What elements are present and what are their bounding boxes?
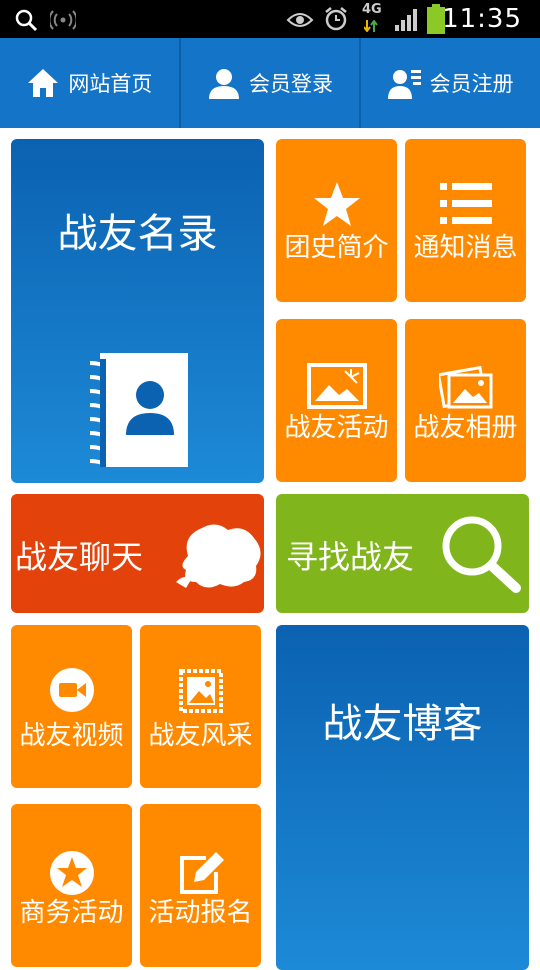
tile-activity[interactable]: 战友活动 <box>276 319 397 482</box>
alarm-icon <box>325 7 347 31</box>
picture-icon <box>306 363 367 409</box>
tile-business-label: 商务活动 <box>19 898 124 928</box>
tile-find[interactable]: 寻找战友 <box>276 494 529 613</box>
edit-icon <box>179 852 224 894</box>
video-camera-icon <box>49 668 94 712</box>
tile-chat-label: 战友聊天 <box>15 538 144 576</box>
star-icon <box>313 182 360 226</box>
tile-signup[interactable]: 活动报名 <box>140 804 261 967</box>
tile-blog[interactable]: 战友博客 <box>276 625 529 970</box>
magnifier-icon <box>442 516 521 593</box>
tile-history[interactable]: 团史简介 <box>276 139 397 302</box>
image-frame-icon <box>178 669 223 713</box>
tile-history-label: 团史简介 <box>284 233 389 263</box>
tile-blog-label: 战友博客 <box>322 701 483 747</box>
tile-video[interactable]: 战友视频 <box>11 625 132 788</box>
list-icon <box>439 183 492 224</box>
chat-bubbles-icon <box>176 524 261 588</box>
address-book-icon <box>89 353 188 467</box>
tile-roster[interactable]: 战友名录 <box>11 139 264 483</box>
tile-style[interactable]: 战友风采 <box>140 625 261 788</box>
tile-notice-label: 通知消息 <box>413 233 518 263</box>
tile-chat[interactable]: 战友聊天 <box>11 494 264 613</box>
nav-register[interactable]: 会员注册 <box>361 38 540 128</box>
signal-icon <box>395 9 417 31</box>
tile-album-label: 战友相册 <box>413 413 518 443</box>
star-badge-icon <box>49 851 94 895</box>
nav-login-label: 会员登录 <box>249 72 333 96</box>
network-type: 4G <box>362 2 382 17</box>
nav-register-label: 会员注册 <box>429 72 514 96</box>
nav-login[interactable]: 会员登录 <box>181 38 362 128</box>
wifi-icon <box>50 10 76 30</box>
top-nav: 网站首页 会员登录 会员注册 <box>0 38 540 128</box>
data-arrows-icon <box>364 20 378 32</box>
eye-icon <box>286 13 314 27</box>
tile-video-label: 战友视频 <box>19 721 124 751</box>
status-bar: 4G 11:35 <box>0 0 540 38</box>
clock: 11:35 <box>442 4 522 34</box>
tile-album[interactable]: 战友相册 <box>405 319 526 482</box>
tile-activity-label: 战友活动 <box>284 413 389 443</box>
nav-home[interactable]: 网站首页 <box>0 38 181 128</box>
tile-style-label: 战友风采 <box>148 721 253 751</box>
nav-home-label: 网站首页 <box>68 72 153 96</box>
home-icon <box>28 69 59 97</box>
tile-notice[interactable]: 通知消息 <box>405 139 526 302</box>
tile-signup-label: 活动报名 <box>148 898 253 928</box>
search-icon <box>15 9 38 32</box>
tile-find-label: 寻找战友 <box>286 538 415 576</box>
user-icon <box>209 69 239 99</box>
user-list-icon <box>387 70 421 99</box>
tile-roster-label: 战友名录 <box>57 211 218 257</box>
photo-album-icon <box>438 365 492 409</box>
tile-business[interactable]: 商务活动 <box>11 804 132 967</box>
